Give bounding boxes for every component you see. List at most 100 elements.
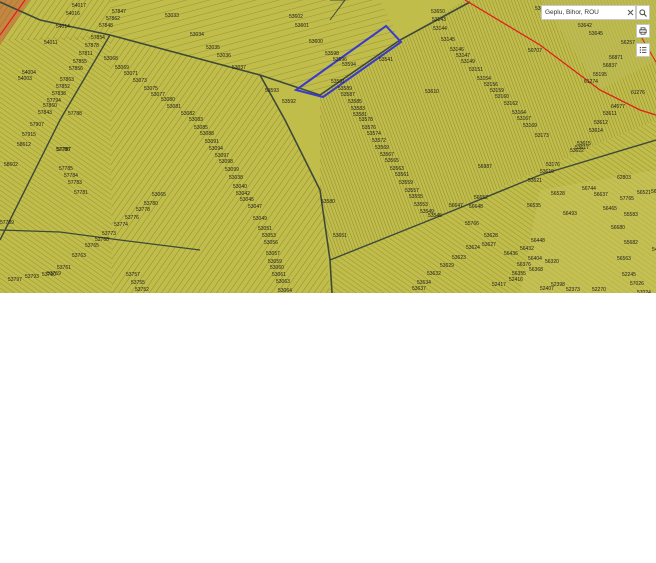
parcel-label: 54017 [72, 3, 86, 9]
parcel-label: 55682 [624, 240, 638, 246]
parcel-label: 53033 [165, 13, 179, 19]
parcel-label: 57811 [79, 51, 93, 57]
parcel-label: 57788 [68, 111, 82, 117]
parcel-label: 55195 [593, 72, 607, 78]
search-input-value[interactable]: Geplu, Bihor, ROU [545, 9, 625, 16]
parcel-label: 53619 [540, 169, 554, 175]
parcel-label: 53081 [167, 104, 181, 110]
parcel-label: 53580 [321, 199, 335, 205]
parcel-label: 57784 [64, 173, 78, 179]
parcel-label: 53151 [469, 67, 483, 73]
parcel-label: 57863 [60, 77, 74, 83]
parcel-label: 53615 [577, 141, 591, 147]
parcel-label: 53790 [42, 272, 56, 278]
parcel-label: 52417 [492, 282, 506, 288]
parcel-label: 53565 [385, 158, 399, 164]
parcel-label: 53629 [440, 263, 454, 269]
parcel-label: 53083 [189, 117, 203, 123]
parcel-label: 53073 [133, 78, 147, 84]
parcel-label: 55766 [465, 221, 479, 227]
parcel-label: 56837 [603, 63, 617, 69]
parcel-label: 56648 [469, 204, 483, 210]
parcel-label: 53774 [114, 222, 128, 228]
parcel-label: 56465 [603, 206, 617, 212]
parcel-label: 53056 [264, 240, 278, 246]
parcel-label: 53776 [125, 215, 139, 221]
parcel-label: 53611 [603, 111, 617, 117]
parcel-label: 53149 [461, 59, 475, 65]
parcel-label: 53763 [72, 253, 86, 259]
parcel-label: 53061 [272, 272, 286, 278]
parcel-label: 56987 [478, 164, 492, 170]
parcel-label: 58612 [17, 142, 31, 148]
parcel-label: 52398 [551, 282, 565, 288]
parcel-label: 53587 [341, 92, 355, 98]
cadastral-map[interactable]: 54017 54016 54014 54011 54004 54003 57847 57862… [0, 0, 656, 293]
parcel-label: 54014 [56, 24, 70, 30]
empty-area [0, 293, 656, 563]
parcel-label: 53797 [8, 277, 22, 283]
parcel-label: 56563 [617, 256, 631, 262]
field-strip-nw [0, 0, 110, 40]
parcel-label: 52245 [622, 272, 636, 278]
search-input[interactable]: Geplu, Bihor, ROU [541, 5, 636, 20]
parcel-label: 53541 [379, 57, 393, 63]
parcel-label: 53088 [200, 131, 214, 137]
list-icon [639, 47, 647, 53]
parcel-label: 61276 [631, 90, 645, 96]
parcel-label: 56652 [474, 195, 488, 201]
parcel-label: 57860 [43, 103, 57, 109]
parcel-label: 57915 [22, 132, 36, 138]
parcel-label: 53592 [282, 99, 296, 105]
parcel-label: 53645 [589, 31, 603, 37]
print-button[interactable] [636, 24, 650, 38]
parcel-label: 56521 [637, 190, 651, 196]
parcel-label: 53091 [205, 139, 219, 145]
parcel-label: 53035 [206, 45, 220, 51]
parcel-label: 57852 [56, 84, 70, 90]
parcel-label: 53757 [126, 272, 140, 278]
parcel-label: 57781 [74, 190, 88, 196]
parcel-label: 55583 [624, 212, 638, 218]
parcel-label: 62803 [617, 175, 631, 181]
parcel-label: 53040 [233, 184, 247, 190]
map-canvas[interactable]: 5401754016540145401154004540035784757862… [0, 0, 656, 293]
parcel-label: 53080 [161, 97, 175, 103]
parcel-label: 53099 [225, 167, 239, 173]
parcel-label: 53057 [266, 251, 280, 257]
parcel-label: 54011 [44, 40, 58, 46]
search-icon [639, 8, 647, 17]
parcel-label: 53628 [484, 233, 498, 239]
parcel-label: 53038 [229, 175, 243, 181]
parcel-label: 53572 [372, 138, 386, 144]
parcel-label: 53651 [333, 233, 347, 239]
parcel-label: 53167 [517, 116, 531, 122]
parcel-label: 53545 [428, 213, 442, 219]
parcel-label: 50707 [528, 48, 542, 54]
parcel-label: 53047 [248, 204, 262, 210]
parcel-label: 53778 [136, 207, 150, 213]
parcel-label: 53765 [85, 243, 99, 249]
parcel-label: 53623 [452, 255, 466, 261]
parcel-label: 61274 [584, 79, 598, 85]
parcel-label: 53793 [25, 274, 39, 280]
parcel-label: 57838 [52, 91, 66, 97]
parcel-label: 53637 [412, 286, 426, 292]
clear-search-button[interactable] [625, 6, 635, 19]
parcel-label: 57848 [99, 23, 113, 29]
parcel-label: 53553 [414, 202, 428, 208]
parcel-label: 53632 [427, 271, 441, 277]
parcel-label: 53143 [432, 17, 446, 23]
parcel-label: 53144 [433, 26, 447, 32]
parcel-label: 57907 [30, 122, 44, 128]
parcel-label: 53053 [262, 233, 276, 239]
layer-list-button[interactable] [636, 43, 650, 57]
parcel-label: 53574 [367, 131, 381, 137]
parcel-label: 53642 [578, 23, 592, 29]
parcel-label: 53585 [348, 99, 362, 105]
parcel-label: 56257 [621, 40, 635, 46]
parcel-label: 53612 [594, 120, 608, 126]
search-button[interactable] [636, 5, 650, 20]
parcel-label: 53561 [395, 172, 409, 178]
parcel-label: 53650 [431, 9, 445, 15]
